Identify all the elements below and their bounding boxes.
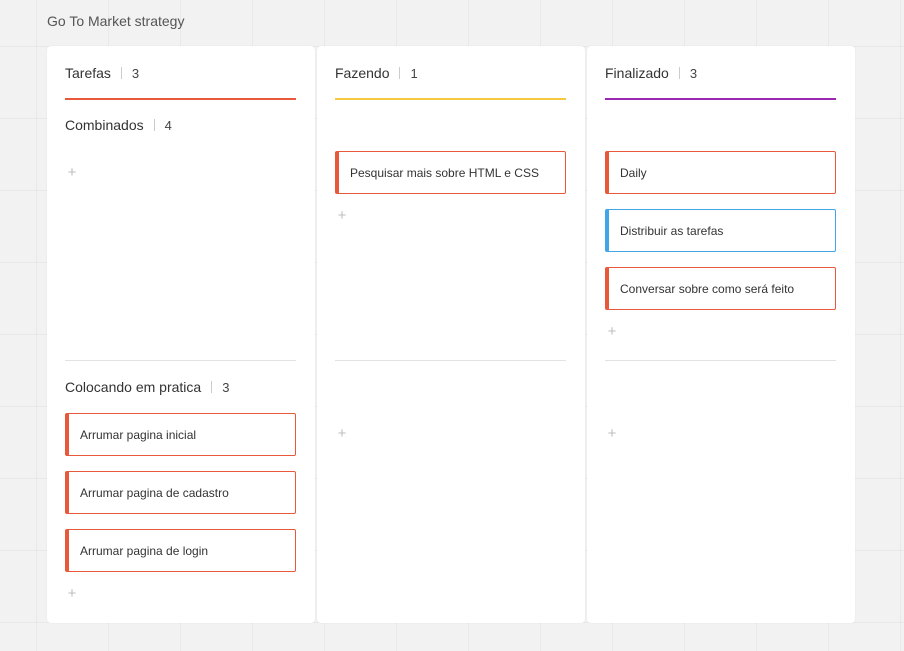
header-divider (211, 381, 213, 393)
column-underline (335, 98, 566, 100)
column-fazendo: Fazendo 1 Pesquisar mais sobre HTML e CS… (317, 46, 585, 623)
card-text: Arrumar pagina de login (80, 543, 209, 558)
column-header[interactable]: Finalizado 3 (605, 63, 697, 83)
column-header[interactable]: Tarefas 3 (65, 63, 139, 83)
card-daily[interactable]: Daily (605, 151, 836, 194)
column-count: 1 (410, 65, 418, 81)
column-title: Tarefas (65, 65, 111, 81)
lane-count: 3 (222, 379, 230, 395)
card-arrumar-pagina-login[interactable]: Arrumar pagina de login (65, 529, 296, 572)
card-pesquisar-html-css[interactable]: Pesquisar mais sobre HTML e CSS (335, 151, 566, 194)
card-arrumar-pagina-inicial[interactable]: Arrumar pagina inicial (65, 413, 296, 456)
lane-header-colocando[interactable]: Colocando em pratica 3 (65, 377, 229, 397)
card-text: Pesquisar mais sobre HTML e CSS (350, 165, 539, 180)
header-divider (678, 67, 680, 79)
add-card-finalizado-bottom[interactable]: + (605, 425, 619, 442)
column-count: 3 (689, 65, 698, 81)
card-text: Arrumar pagina inicial (80, 427, 197, 442)
lane-separator (65, 360, 296, 361)
column-title: Fazendo (335, 65, 390, 81)
add-card-fazendo-top[interactable]: + (335, 207, 349, 224)
add-card-combinados[interactable]: + (65, 164, 79, 181)
plus-icon: + (67, 585, 77, 602)
column-title: Finalizado (605, 65, 669, 81)
card-text: Conversar sobre como será feito (620, 281, 795, 296)
plus-icon: + (607, 425, 617, 442)
card-text: Arrumar pagina de cadastro (80, 485, 229, 500)
column-underline (65, 98, 296, 100)
add-card-finalizado-top[interactable]: + (605, 323, 619, 340)
column-finalizado: Finalizado 3 Daily Distribuir as tarefas… (587, 46, 855, 623)
column-header[interactable]: Fazendo 1 (335, 63, 418, 83)
column-underline (605, 98, 836, 100)
card-arrumar-pagina-cadastro[interactable]: Arrumar pagina de cadastro (65, 471, 296, 514)
header-divider (153, 119, 155, 131)
lane-count: 4 (164, 117, 172, 133)
header-divider (120, 67, 122, 79)
plus-icon: + (337, 207, 347, 224)
card-text: Distribuir as tarefas (620, 223, 724, 238)
column-tarefas: Tarefas 3 Combinados 4 + Colocando em pr… (47, 46, 315, 623)
card-distribuir-tarefas[interactable]: Distribuir as tarefas (605, 209, 836, 252)
plus-icon: + (67, 164, 77, 181)
lane-separator (605, 360, 836, 361)
card-conversar-como-sera-feito[interactable]: Conversar sobre como será feito (605, 267, 836, 310)
header-divider (399, 67, 401, 79)
lane-title: Combinados (65, 117, 144, 133)
lane-separator (335, 360, 566, 361)
plus-icon: + (337, 425, 347, 442)
add-card-colocando[interactable]: + (65, 585, 79, 602)
plus-icon: + (607, 323, 617, 340)
lane-title: Colocando em pratica (65, 379, 202, 395)
board-title[interactable]: Go To Market strategy (47, 13, 184, 29)
add-card-fazendo-bottom[interactable]: + (335, 425, 349, 442)
card-text: Daily (620, 165, 647, 180)
column-count: 3 (131, 65, 140, 81)
lane-header-combinados[interactable]: Combinados 4 (65, 115, 172, 135)
